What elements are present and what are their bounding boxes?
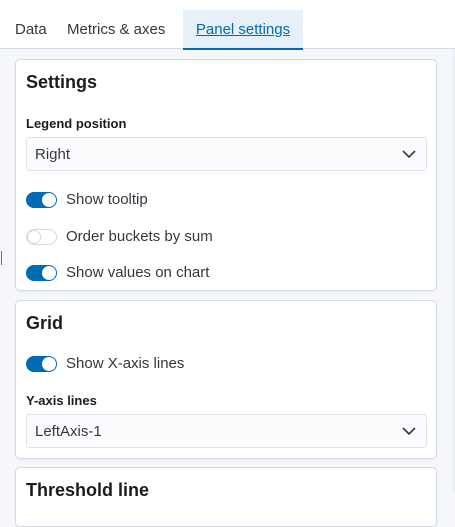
legend-position-label: Legend position [26,116,127,131]
grid-panel: Grid Show X-axis lines Y-axis lines Left… [15,300,437,459]
tab-data[interactable]: Data [15,10,47,48]
show-x-axis-lines-label: Show X-axis lines [66,355,185,372]
threshold-panel: Threshold line [15,467,437,527]
tab-bar: Data Metrics & axes Panel settings [0,0,455,50]
switch-knob [42,266,56,280]
y-axis-lines-label: Y-axis lines [26,393,97,408]
chevron-down-icon [402,150,416,159]
resize-handle[interactable] [1,251,2,265]
show-tooltip-switch[interactable] [26,192,57,208]
tab-metrics-axes-label: Metrics & axes [67,21,166,38]
show-values-label: Show values on chart [66,264,210,281]
y-axis-lines-value: LeftAxis-1 [35,423,102,440]
grid-title: Grid [26,313,64,333]
tab-metrics-axes[interactable]: Metrics & axes [67,10,165,48]
chevron-down-icon [402,427,416,436]
tab-panel-settings-label: Panel settings [195,21,291,38]
tab-data-label: Data [15,21,47,38]
order-buckets-switch[interactable] [26,229,57,245]
switch-knob [42,357,56,371]
legend-position-select[interactable]: Right [26,137,427,171]
switch-knob [27,230,41,244]
settings-title: Settings [26,72,98,92]
settings-panel: Settings Legend position Right Show tool… [15,59,437,291]
show-tooltip-label: Show tooltip [66,191,148,208]
show-values-switch[interactable] [26,265,57,281]
tab-panel-settings[interactable]: Panel settings [183,10,303,50]
show-x-axis-lines-switch[interactable] [26,356,57,372]
y-axis-lines-select[interactable]: LeftAxis-1 [26,414,427,448]
threshold-title: Threshold line [26,480,150,500]
switch-knob [42,193,56,207]
order-buckets-label: Order buckets by sum [66,228,213,245]
legend-position-value: Right [35,146,71,163]
